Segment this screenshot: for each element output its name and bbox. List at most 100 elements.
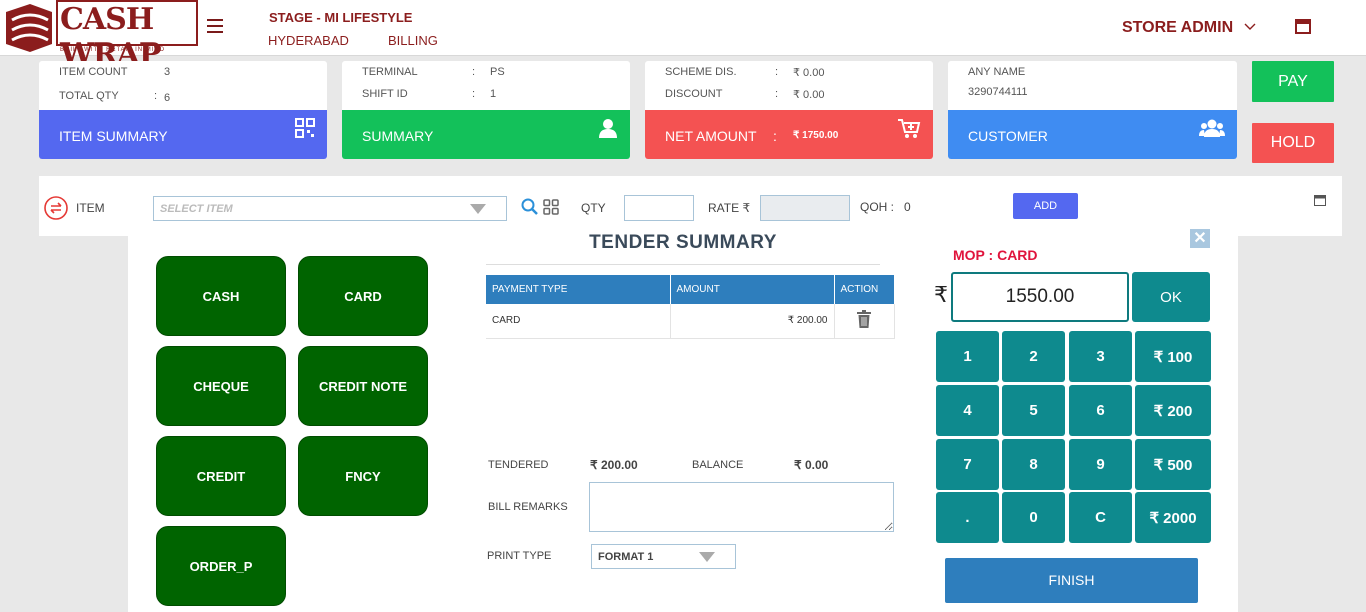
net-amount-title: NET AMOUNT — [665, 128, 757, 144]
key-6-button[interactable]: 6 — [1069, 385, 1132, 436]
customer-card: ANY NAME 3290744111 CUSTOMER — [948, 61, 1237, 159]
item-summary-band[interactable]: ITEM SUMMARY — [39, 110, 327, 159]
mode-card-button[interactable]: CARD — [298, 256, 428, 336]
balance-label: BALANCE — [692, 459, 744, 471]
discount-sep: : — [775, 88, 779, 100]
net-amount-band[interactable]: NET AMOUNT : ₹ 1750.00 — [645, 110, 933, 159]
mode-credit-button[interactable]: CREDIT — [156, 436, 286, 516]
key-3-button[interactable]: 3 — [1069, 331, 1132, 382]
rate-input[interactable] — [760, 195, 850, 221]
key-5-button[interactable]: 5 — [1002, 385, 1065, 436]
key-2000-button[interactable]: ₹ 2000 — [1135, 492, 1211, 543]
row-amount: ₹ 200.00 — [670, 304, 835, 339]
col-amount: AMOUNT — [670, 275, 835, 304]
qty-label: QTY — [581, 201, 606, 215]
customer-title: CUSTOMER — [968, 128, 1048, 144]
grid-icon[interactable] — [543, 199, 559, 215]
key-7-button[interactable]: 7 — [936, 439, 999, 490]
row-payment-type: CARD — [486, 304, 671, 339]
item-count-value: 3 — [164, 66, 171, 78]
finish-button[interactable]: FINISH — [945, 558, 1198, 603]
mode-fncy-button[interactable]: FNCY — [298, 436, 428, 516]
user-menu[interactable]: STORE ADMIN — [1122, 19, 1233, 37]
pay-button[interactable]: PAY — [1252, 61, 1334, 102]
summary-title: SUMMARY — [362, 128, 434, 144]
key-500-button[interactable]: ₹ 500 — [1135, 439, 1211, 490]
title-divider — [486, 264, 880, 265]
close-icon[interactable]: ✕ — [1190, 229, 1210, 248]
total-qty-value: 6 — [164, 92, 171, 104]
scheme-dis-label: SCHEME DIS. — [665, 66, 737, 78]
print-type-label: PRINT TYPE — [487, 550, 552, 562]
customer-name: ANY NAME — [968, 66, 1026, 78]
bill-remarks-label: BILL REMARKS — [488, 501, 568, 513]
menu-icon[interactable] — [207, 19, 223, 33]
swap-icon[interactable] — [44, 196, 68, 220]
tender-summary-title: TENDER SUMMARY — [589, 232, 777, 253]
item-select-placeholder: SELECT ITEM — [160, 203, 233, 215]
mop-label: MOP : CARD — [953, 247, 1038, 263]
user-icon[interactable] — [598, 118, 618, 138]
net-amount-card: SCHEME DIS. : ₹ 0.00 DISCOUNT : ₹ 0.00 N… — [645, 61, 933, 159]
summary-card: TERMINAL : PS SHIFT ID : 1 SUMMARY — [342, 61, 630, 159]
trash-icon[interactable] — [856, 310, 872, 329]
store-name: STAGE - MI LIFESTYLE — [269, 10, 413, 25]
key-clear-button[interactable]: C — [1069, 492, 1132, 543]
key-dot-button[interactable]: . — [936, 492, 999, 543]
shift-value: 1 — [490, 88, 497, 100]
tender-amount-input[interactable] — [951, 272, 1129, 322]
row-action-cell — [834, 304, 895, 339]
chevron-down-icon[interactable] — [1244, 23, 1256, 31]
shift-label: SHIFT ID — [362, 88, 408, 100]
table-row: CARD ₹ 200.00 — [486, 304, 895, 339]
bill-remarks-input[interactable] — [589, 482, 894, 532]
balance-value: ₹ 0.00 — [794, 458, 829, 472]
print-type-select[interactable]: FORMAT 1 — [591, 544, 736, 569]
mode-credit-note-button[interactable]: CREDIT NOTE — [298, 346, 428, 426]
tender-modal: CASH CARD CHEQUE CREDIT NOTE CREDIT FNCY… — [128, 226, 1238, 612]
minimize-icon[interactable] — [1314, 195, 1326, 206]
users-icon[interactable] — [1199, 118, 1225, 138]
payment-table: PAYMENT TYPE AMOUNT ACTION CARD ₹ 200.00 — [486, 275, 895, 339]
qty-input[interactable] — [624, 195, 694, 221]
cart-plus-icon[interactable] — [897, 118, 921, 140]
key-100-button[interactable]: ₹ 100 — [1135, 331, 1211, 382]
window-icon[interactable] — [1295, 19, 1311, 34]
cashwrap-logo[interactable]: CASH WRAP BUILT WITH RETAIL IN MIND — [0, 0, 200, 72]
col-payment-type: PAYMENT TYPE — [486, 275, 671, 304]
billing-link[interactable]: BILLING — [388, 33, 438, 48]
city-link[interactable]: HYDERABAD — [268, 33, 349, 48]
tendered-label: TENDERED — [488, 459, 549, 471]
key-0-button[interactable]: 0 — [1002, 492, 1065, 543]
dropdown-caret-icon[interactable] — [699, 552, 715, 563]
ok-button[interactable]: OK — [1132, 272, 1210, 322]
discount-value: ₹ 0.00 — [793, 89, 825, 101]
item-select[interactable]: SELECT ITEM — [153, 196, 507, 221]
total-qty-label: TOTAL QTY — [59, 90, 119, 102]
key-8-button[interactable]: 8 — [1002, 439, 1065, 490]
logo-tagline: BUILT WITH RETAIL IN MIND — [60, 47, 166, 53]
hold-button[interactable]: HOLD — [1252, 123, 1334, 163]
top-bar: CASH WRAP BUILT WITH RETAIL IN MIND STAG… — [0, 0, 1366, 72]
key-1-button[interactable]: 1 — [936, 331, 999, 382]
payment-table-header: PAYMENT TYPE AMOUNT ACTION — [486, 275, 895, 304]
qr-code-icon[interactable] — [295, 118, 315, 138]
customer-band[interactable]: CUSTOMER — [948, 110, 1237, 159]
tendered-value: ₹ 200.00 — [590, 458, 638, 472]
discount-label: DISCOUNT — [665, 88, 723, 100]
net-amount-sep: : — [773, 128, 777, 144]
search-icon[interactable] — [521, 198, 539, 216]
key-4-button[interactable]: 4 — [936, 385, 999, 436]
key-2-button[interactable]: 2 — [1002, 331, 1065, 382]
key-9-button[interactable]: 9 — [1069, 439, 1132, 490]
item-label: ITEM — [76, 201, 105, 215]
mode-cash-button[interactable]: CASH — [156, 256, 286, 336]
mode-order-p-button[interactable]: ORDER_P — [156, 526, 286, 606]
customer-phone: 3290744111 — [968, 86, 1028, 98]
dropdown-caret-icon[interactable] — [470, 204, 486, 215]
rate-label: RATE ₹ — [708, 201, 751, 215]
add-button[interactable]: ADD — [1013, 193, 1078, 219]
key-200-button[interactable]: ₹ 200 — [1135, 385, 1211, 436]
summary-band[interactable]: SUMMARY — [342, 110, 630, 159]
mode-cheque-button[interactable]: CHEQUE — [156, 346, 286, 426]
